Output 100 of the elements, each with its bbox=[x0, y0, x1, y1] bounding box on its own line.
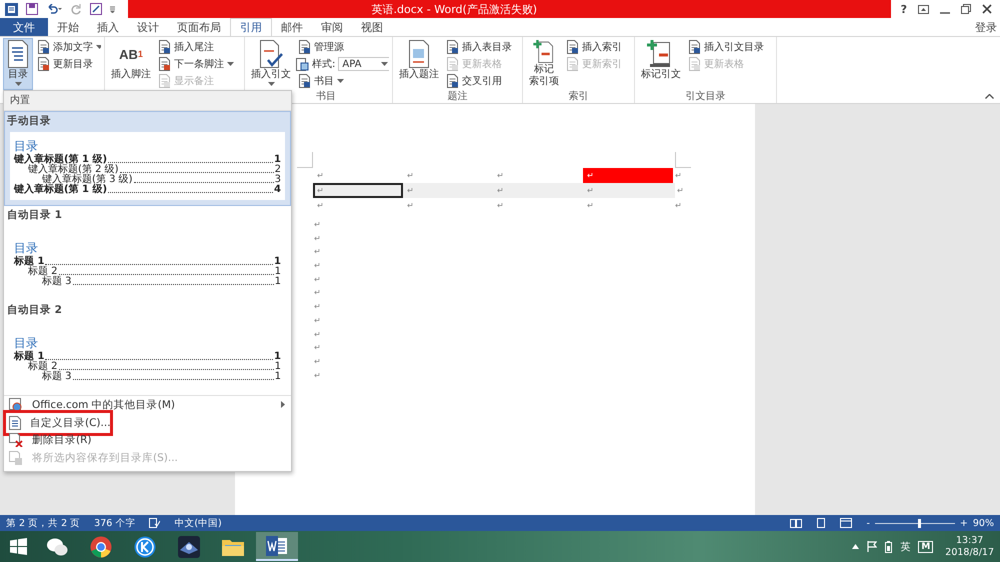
ribbon-button[interactable]: 插入题注 bbox=[396, 38, 442, 90]
undo-icon[interactable] bbox=[46, 4, 63, 14]
group-label: 题注 bbox=[448, 91, 468, 102]
print-layout-icon[interactable] bbox=[816, 518, 826, 528]
ribbon-button[interactable]: 更新目录 bbox=[35, 56, 101, 72]
table-cell[interactable]: ↵ bbox=[493, 198, 583, 213]
battery-icon[interactable] bbox=[885, 540, 892, 552]
ribbon-button[interactable]: 添加文字 bbox=[35, 39, 101, 55]
paragraph-mark: ↵ bbox=[314, 370, 321, 380]
ribbon-button[interactable]: 目录 bbox=[3, 38, 33, 90]
start-icon[interactable] bbox=[10, 538, 26, 555]
toc-entry: 键入章标题(第 3 级) bbox=[42, 174, 133, 185]
toc-entry: 键入章标题(第 2 级) bbox=[28, 164, 119, 175]
document-icon bbox=[688, 40, 701, 54]
flag-icon[interactable] bbox=[867, 541, 878, 552]
sign-in-link[interactable]: 登录 bbox=[975, 20, 1000, 34]
customize-icon[interactable] bbox=[110, 6, 115, 12]
clock-date[interactable]: 2018/8/17 bbox=[945, 546, 994, 558]
restore-icon[interactable] bbox=[961, 4, 971, 14]
ribbon-tab[interactable]: 开始 bbox=[48, 18, 88, 36]
ribbon-tab[interactable]: 文件 bbox=[0, 18, 48, 36]
menu-item[interactable]: Office.com 中的其他目录(M) bbox=[4, 396, 291, 414]
toc-entry: 标题 1 bbox=[14, 257, 44, 268]
print-preview-icon[interactable] bbox=[90, 3, 102, 15]
taskbar-app[interactable] bbox=[256, 532, 298, 561]
preview-heading: 目录 bbox=[14, 240, 39, 256]
collapse-ribbon-icon[interactable] bbox=[985, 94, 994, 99]
input-language[interactable]: 英 bbox=[900, 540, 910, 554]
ribbon-tab[interactable]: 页面布局 bbox=[168, 18, 230, 36]
read-mode-icon[interactable] bbox=[790, 518, 802, 528]
table-cell[interactable]: ↵ bbox=[313, 168, 403, 183]
language-indicator[interactable]: 中文(中国) bbox=[174, 516, 222, 530]
ribbon-button[interactable]: 管理源 bbox=[296, 39, 389, 55]
word-count[interactable]: 376 个字 bbox=[94, 516, 136, 530]
document-icon bbox=[158, 57, 171, 71]
ribbon-tab[interactable]: 设计 bbox=[128, 18, 168, 36]
document-icon bbox=[446, 74, 459, 88]
paragraph-mark: ↵ bbox=[314, 316, 321, 325]
table-cell[interactable]: ↵ bbox=[583, 168, 673, 183]
ribbon-button[interactable]: 交叉引用 bbox=[444, 73, 514, 89]
ribbon-tab[interactable]: 插入 bbox=[88, 18, 128, 36]
toc-entry: 标题 3 bbox=[42, 277, 72, 288]
document-icon bbox=[566, 57, 579, 71]
paragraph-mark: ↵ bbox=[314, 302, 321, 312]
ribbon-button[interactable]: AB$^{1}$ 插入脚注 bbox=[108, 38, 154, 90]
input-mode[interactable]: M bbox=[918, 540, 934, 552]
save-icon[interactable] bbox=[26, 3, 38, 15]
footnote-glyph: AB$^{1}$ bbox=[119, 46, 143, 64]
ribbon-tab[interactable]: 引用 bbox=[230, 18, 272, 36]
page-count[interactable]: 第 2 页，共 2 页 bbox=[6, 516, 80, 530]
page-number: 1 bbox=[274, 267, 281, 278]
table-cell[interactable]: ↵ bbox=[403, 168, 493, 183]
proofing-icon[interactable] bbox=[149, 518, 160, 528]
table-cell[interactable]: ↵ bbox=[313, 198, 403, 213]
game-icon bbox=[178, 536, 200, 558]
table-cell[interactable]: ↵ bbox=[403, 198, 493, 213]
gallery-item[interactable]: 自动目录 2 目录 标题 1 1 标题 2 1 标题 3 1 bbox=[4, 300, 291, 396]
ribbon-button[interactable]: 下一条脚注 bbox=[156, 56, 236, 72]
toc-entry: 标题 2 bbox=[28, 362, 58, 372]
field-label: 样式: bbox=[312, 58, 336, 71]
chevron-up-icon[interactable] bbox=[852, 544, 860, 549]
document-icon bbox=[298, 40, 311, 54]
ribbon-button[interactable]: 插入表目录 bbox=[444, 39, 514, 55]
ribbon-tab[interactable]: 审阅 bbox=[312, 18, 352, 36]
help-button[interactable]: ? bbox=[900, 2, 907, 16]
ribbon-button[interactable]: 插入尾注 bbox=[156, 39, 236, 55]
menu-item[interactable]: 删除目录(R) bbox=[4, 432, 291, 450]
table-cell[interactable]: ↵ bbox=[583, 198, 673, 213]
ribbon-button[interactable]: 书目 bbox=[296, 73, 389, 89]
zoom-level[interactable]: 90% bbox=[972, 518, 994, 528]
document-icon bbox=[298, 74, 311, 88]
ribbon-button[interactable]: 插入索引 bbox=[564, 39, 624, 55]
zoom-in-button[interactable]: + bbox=[960, 518, 968, 528]
web-layout-icon[interactable] bbox=[840, 518, 852, 528]
paragraph-mark: ↵ bbox=[314, 343, 321, 352]
close-icon[interactable] bbox=[982, 4, 992, 14]
menu-item[interactable]: 自定义目录(C)... bbox=[4, 414, 291, 432]
ribbon-button[interactable]: 插入引文目录 bbox=[686, 39, 766, 55]
slider-thumb[interactable] bbox=[918, 518, 921, 528]
ribbon-button[interactable]: 插入引文 bbox=[248, 38, 294, 90]
gallery-item[interactable]: 手动目录 目录 键入章标题(第 1 级) 1 键入章标题(第 2 级) 2 键入章标题(第 3 级) 3 键入章标题(第 1 级) 4 bbox=[4, 110, 291, 206]
zoom-out-button[interactable]: - bbox=[866, 518, 870, 528]
table-of-contents-icon bbox=[6, 40, 30, 68]
toc-entry: 标题 2 bbox=[28, 267, 58, 278]
citation-icon bbox=[258, 40, 284, 68]
document-icon bbox=[446, 57, 459, 71]
style-dropdown[interactable]: APA bbox=[338, 57, 389, 71]
table-cell[interactable]: ↵ bbox=[493, 168, 583, 183]
ribbon-display-icon[interactable] bbox=[918, 4, 929, 14]
ribbon-tab[interactable]: 邮件 bbox=[272, 18, 312, 36]
document-icon bbox=[9, 416, 21, 430]
ribbon-tab[interactable]: 视图 bbox=[352, 18, 392, 36]
paragraph-mark: ↵ bbox=[314, 288, 321, 298]
clock-time[interactable]: 13:37 bbox=[956, 534, 984, 546]
delete-document-icon bbox=[9, 433, 23, 448]
ribbon-button[interactable]: 标记 索引项 bbox=[526, 38, 562, 90]
gallery-item[interactable]: 自动目录 1 目录 标题 1 1 标题 2 1 标题 3 1 bbox=[4, 206, 291, 300]
window-title: 英语.docx - Word(产品激活失败) bbox=[372, 2, 538, 16]
paragraph-mark: ↵ bbox=[314, 330, 321, 338]
ribbon-button[interactable]: 标记引文 bbox=[638, 38, 684, 90]
